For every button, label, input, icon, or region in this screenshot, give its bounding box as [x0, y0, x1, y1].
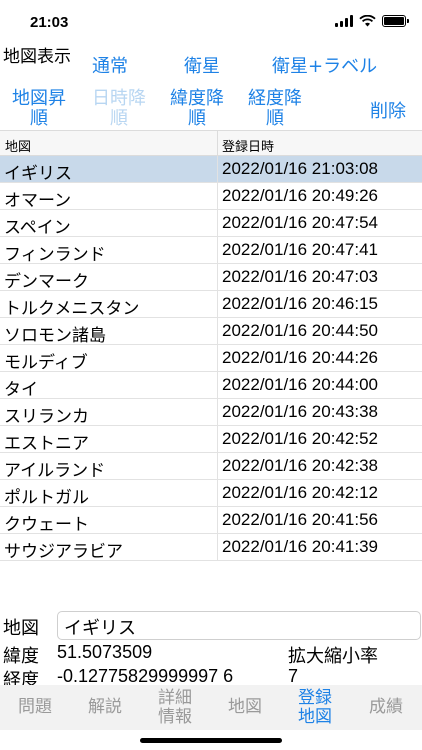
- table-row[interactable]: ソロモン諸島 2022/01/16 20:44:50: [0, 318, 422, 346]
- row-map-name: ポルトガル: [4, 488, 89, 508]
- tab-explanation[interactable]: 解説: [70, 685, 140, 730]
- sort-toolbar: 地図昇順 日時降順 緯度降順 経度降順 削除: [0, 88, 422, 130]
- map-mode-normal-button[interactable]: 通常: [92, 56, 128, 78]
- table-row[interactable]: エストニア 2022/01/16 20:42:52: [0, 426, 422, 454]
- row-registered-date: 2022/01/16 20:42:52: [222, 429, 378, 448]
- table-row[interactable]: アイルランド 2022/01/16 20:42:38: [0, 453, 422, 481]
- row-map-name: サウジアラビア: [4, 542, 123, 562]
- map-mode-satellite-button[interactable]: 衛星: [184, 56, 220, 78]
- row-map-name: トルクメニスタン: [4, 299, 140, 319]
- column-divider: [217, 453, 218, 479]
- wifi-icon: [359, 15, 376, 27]
- column-header-map[interactable]: 地図: [5, 136, 31, 155]
- row-registered-date: 2022/01/16 21:03:08: [222, 159, 378, 178]
- column-divider: [217, 237, 218, 263]
- row-registered-date: 2022/01/16 20:47:54: [222, 213, 378, 232]
- tab-details[interactable]: 詳細 情報: [140, 685, 210, 730]
- row-map-name: デンマーク: [4, 272, 89, 292]
- table-row[interactable]: クウェート 2022/01/16 20:41:56: [0, 507, 422, 535]
- sort-lat-desc-button[interactable]: 緯度降順: [164, 89, 230, 129]
- row-registered-date: 2022/01/16 20:44:50: [222, 321, 378, 340]
- table-row[interactable]: タイ 2022/01/16 20:44:00: [0, 372, 422, 400]
- latitude-value: 51.5073509: [57, 642, 153, 662]
- column-divider: [217, 291, 218, 317]
- cellular-signal-icon: [335, 15, 353, 27]
- map-mode-segment: 地図表示 通常 衛星 衛星+ラベル: [0, 46, 422, 88]
- tab-map[interactable]: 地図: [210, 685, 280, 730]
- row-registered-date: 2022/01/16 20:42:38: [222, 456, 378, 475]
- column-divider: [217, 318, 218, 344]
- column-divider: [217, 131, 218, 155]
- row-map-name: エストニア: [4, 434, 89, 454]
- table-row[interactable]: トルクメニスタン 2022/01/16 20:46:15: [0, 291, 422, 319]
- row-map-name: モルディブ: [4, 353, 88, 373]
- column-divider: [217, 534, 218, 560]
- status-time: 21:03: [30, 14, 69, 31]
- column-divider: [217, 264, 218, 290]
- sort-map-asc-button[interactable]: 地図昇順: [6, 89, 72, 129]
- tab-registered-maps[interactable]: 登録 地図: [280, 685, 350, 730]
- sort-lon-desc-button[interactable]: 経度降順: [242, 89, 308, 129]
- column-divider: [217, 426, 218, 452]
- row-registered-date: 2022/01/16 20:47:03: [222, 267, 378, 286]
- row-map-name: タイ: [4, 380, 38, 400]
- row-registered-date: 2022/01/16 20:44:26: [222, 348, 378, 367]
- column-divider: [217, 345, 218, 371]
- table-row[interactable]: フィンランド 2022/01/16 20:47:41: [0, 237, 422, 265]
- row-map-name: スペイン: [4, 218, 71, 238]
- table-row[interactable]: デンマーク 2022/01/16 20:47:03: [0, 264, 422, 292]
- delete-button[interactable]: 削除: [370, 97, 406, 123]
- row-map-name: クウェート: [4, 515, 89, 535]
- latitude-label: 緯度: [3, 646, 39, 667]
- row-map-name: オマーン: [4, 191, 72, 211]
- status-icons: [335, 15, 409, 27]
- row-registered-date: 2022/01/16 20:44:00: [222, 375, 378, 394]
- row-registered-date: 2022/01/16 20:47:41: [222, 240, 378, 259]
- table-row[interactable]: オマーン 2022/01/16 20:49:26: [0, 183, 422, 211]
- sort-date-desc-button[interactable]: 日時降順: [86, 89, 152, 129]
- column-divider: [217, 372, 218, 398]
- row-registered-date: 2022/01/16 20:46:15: [222, 294, 378, 313]
- table-row[interactable]: サウジアラビア 2022/01/16 20:41:39: [0, 534, 422, 562]
- column-divider: [217, 210, 218, 236]
- column-divider: [217, 480, 218, 506]
- row-map-name: ソロモン諸島: [4, 326, 106, 346]
- table-row[interactable]: モルディブ 2022/01/16 20:44:26: [0, 345, 422, 373]
- column-header-date[interactable]: 登録日時: [222, 136, 274, 155]
- row-map-name: フィンランド: [4, 245, 106, 265]
- row-registered-date: 2022/01/16 20:41:39: [222, 537, 378, 556]
- row-registered-date: 2022/01/16 20:41:56: [222, 510, 378, 529]
- status-bar: 21:03: [0, 0, 422, 44]
- zoom-label: 拡大縮小率: [288, 646, 378, 667]
- row-registered-date: 2022/01/16 20:43:38: [222, 402, 378, 421]
- row-map-name: スリランカ: [4, 407, 89, 427]
- longitude-value: -0.12775829999997 6: [57, 666, 234, 686]
- table-row[interactable]: イギリス 2022/01/16 21:03:08: [0, 156, 422, 184]
- bottom-tab-bar: 問題 解説 詳細 情報 地図 登録 地図 成績: [0, 685, 422, 730]
- map-name-label: 地図: [3, 618, 39, 639]
- battery-icon: [382, 15, 409, 27]
- row-registered-date: 2022/01/16 20:42:12: [222, 483, 378, 502]
- table-header: 地図 登録日時: [0, 130, 422, 156]
- map-mode-satellite-label-button[interactable]: 衛星+ラベル: [272, 56, 377, 78]
- map-mode-label: 地図表示: [3, 47, 71, 67]
- row-registered-date: 2022/01/16 20:49:26: [222, 186, 378, 205]
- column-divider: [217, 507, 218, 533]
- map-name-field[interactable]: イギリス: [57, 611, 421, 640]
- column-divider: [217, 183, 218, 209]
- row-map-name: アイルランド: [4, 461, 106, 481]
- table-row[interactable]: スペイン 2022/01/16 20:47:54: [0, 210, 422, 238]
- registered-maps-table: イギリス 2022/01/16 21:03:08 オマーン 2022/01/16 20…: [0, 156, 422, 562]
- tab-results[interactable]: 成績: [350, 685, 422, 730]
- column-divider: [217, 156, 218, 182]
- tab-question[interactable]: 問題: [0, 685, 70, 730]
- zoom-value: 7: [288, 666, 299, 686]
- row-map-name: イギリス: [4, 164, 72, 184]
- home-indicator: [140, 738, 282, 743]
- table-row[interactable]: ポルトガル 2022/01/16 20:42:12: [0, 480, 422, 508]
- table-row[interactable]: スリランカ 2022/01/16 20:43:38: [0, 399, 422, 427]
- column-divider: [217, 399, 218, 425]
